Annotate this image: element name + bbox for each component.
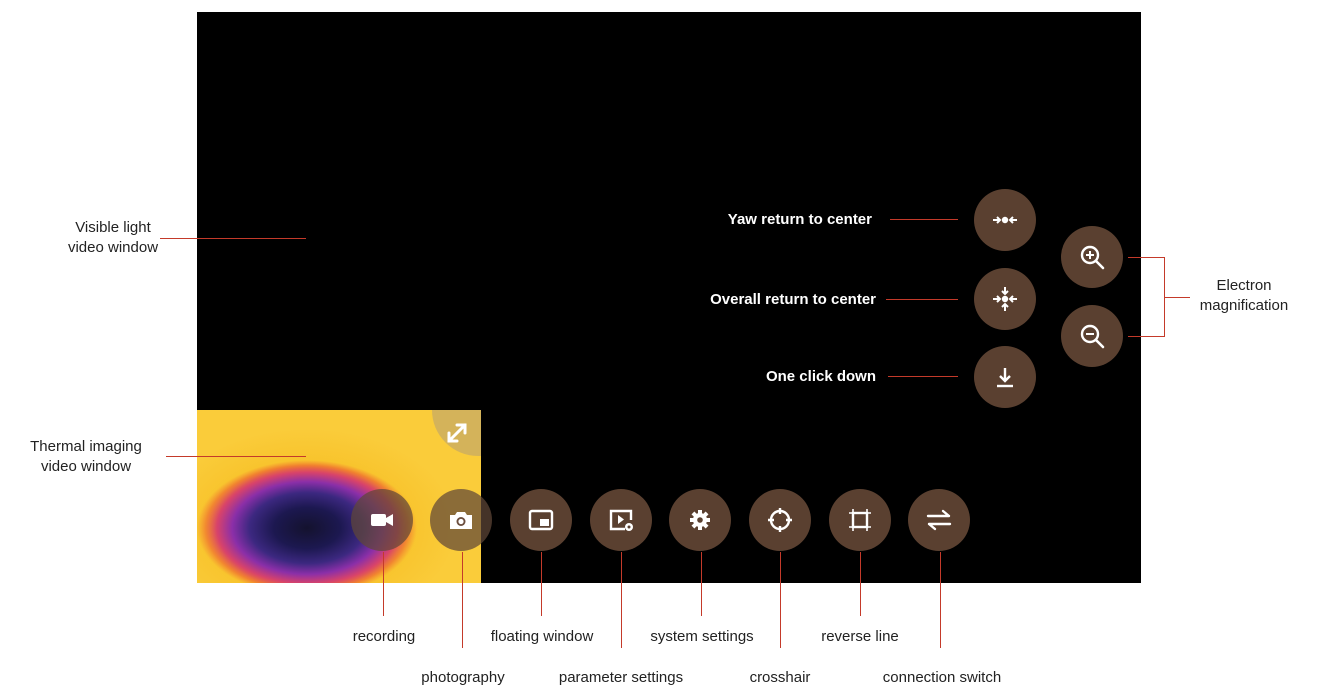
connection-switch-button[interactable] [908, 489, 970, 551]
yaw-return-to-center-button[interactable] [974, 189, 1036, 251]
record-icon [371, 514, 393, 526]
one-click-down-button[interactable] [974, 346, 1036, 408]
reverse-line-label: reverse line [821, 628, 899, 645]
yaw-center-icon [993, 216, 1017, 224]
floating-window-button[interactable] [510, 489, 572, 551]
zoom-in-button[interactable] [1061, 226, 1123, 288]
photography-button[interactable] [430, 489, 492, 551]
photography-label: photography [421, 669, 505, 686]
crosshair-icon [768, 508, 792, 532]
one-click-down-label: One click down [765, 368, 876, 385]
crosshair-button[interactable] [749, 489, 811, 551]
camera-icon [450, 512, 472, 529]
zoom-in-icon [1080, 245, 1105, 270]
connection-switch-icon [926, 509, 952, 531]
floating-window-label: floating window [490, 628, 594, 645]
overall-center-icon [993, 287, 1017, 311]
system-settings-label: system settings [650, 628, 754, 645]
system-settings-button[interactable] [669, 489, 731, 551]
yaw-center-label: Yaw return to center [727, 211, 872, 228]
floating-window-icon [528, 509, 554, 531]
connection-switch-label: connection switch [882, 669, 1002, 686]
zoom-out-icon [1080, 324, 1105, 349]
thermal-annotation: Thermal imaging video window [30, 438, 142, 475]
electron-magnification-annotation: Electron magnification [1199, 277, 1289, 314]
parameter-settings-button[interactable] [590, 489, 652, 551]
crosshair-label: crosshair [749, 669, 811, 686]
expand-icon [447, 423, 466, 443]
reverse-line-icon [849, 509, 871, 531]
thermal-imaging-video-window[interactable] [197, 410, 481, 583]
reverse-line-button[interactable] [829, 489, 891, 551]
zoom-out-button[interactable] [1061, 305, 1123, 367]
recording-label: recording [352, 628, 416, 645]
overall-center-label: Overall return to center [710, 291, 876, 308]
overall-return-to-center-button[interactable] [974, 268, 1036, 330]
one-click-down-icon [997, 368, 1013, 388]
parameter-settings-label: parameter settings [558, 669, 684, 686]
parameter-settings-icon [609, 509, 633, 531]
gear-icon [690, 510, 710, 530]
recording-button[interactable] [351, 489, 413, 551]
